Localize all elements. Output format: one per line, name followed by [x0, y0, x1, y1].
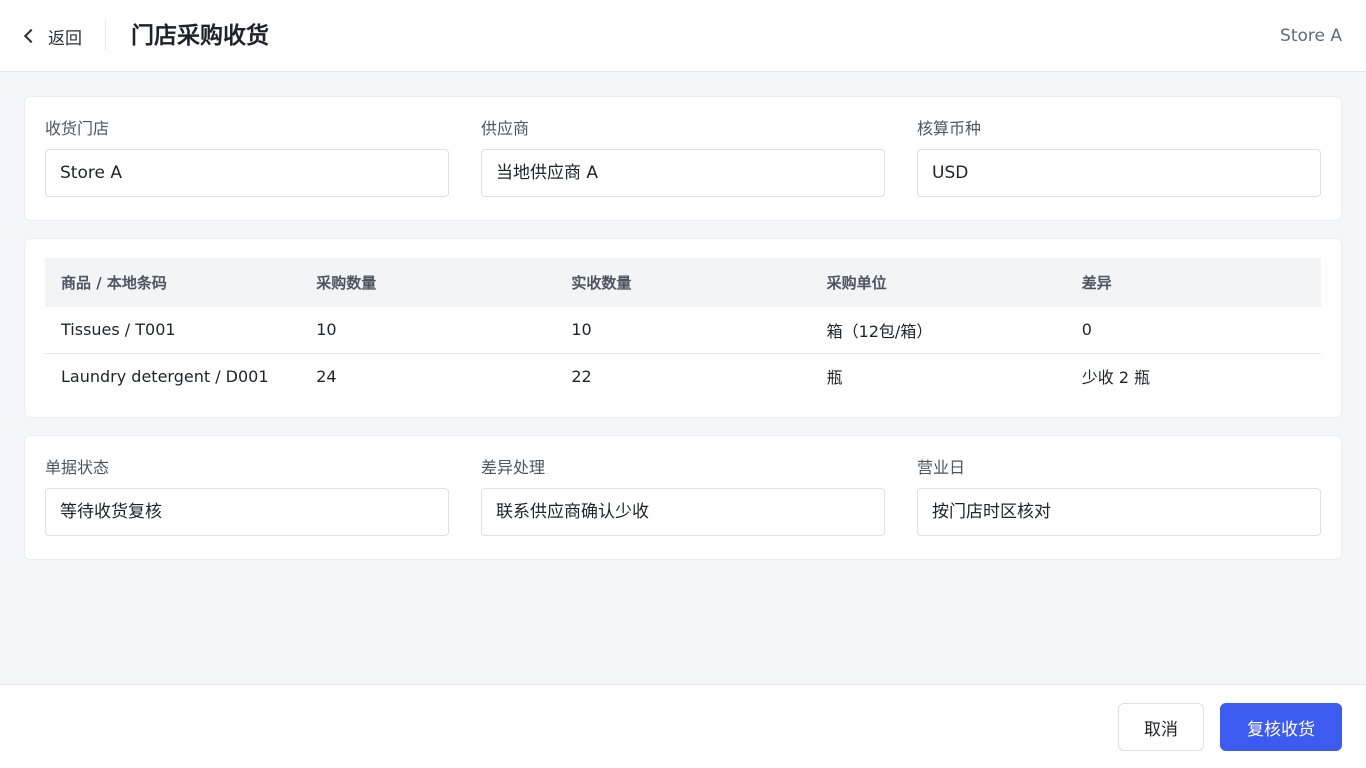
cell-product: Tissues / T001 — [45, 307, 301, 354]
table-header-row: 商品 / 本地条码 采购数量 实收数量 采购单位 差异 — [45, 258, 1321, 307]
cell-unit: 箱（12包/箱） — [810, 307, 1066, 354]
business-day-input[interactable]: 按门店时区核对 — [917, 488, 1321, 536]
back-button[interactable]: 返回 — [22, 22, 82, 50]
business-day-field: 营业日 按门店时区核对 — [917, 456, 1321, 536]
supplier-input[interactable]: 当地供应商 A — [481, 149, 885, 197]
column-header-ordered-qty: 采购数量 — [300, 258, 556, 307]
column-header-unit: 采购单位 — [810, 258, 1066, 307]
column-header-product: 商品 / 本地条码 — [45, 258, 301, 307]
receiving-store-input[interactable]: Store A — [45, 149, 449, 197]
cell-ordered-qty: 10 — [300, 307, 556, 354]
cell-ordered-qty: 24 — [316, 366, 337, 386]
table-row: Tissues / T001 10 10 箱（12包/箱） 0 — [45, 307, 1321, 354]
back-label: 返回 — [48, 28, 82, 49]
supplier-label: 供应商 — [481, 119, 530, 138]
document-status-field: 单据状态 等待收货复核 — [45, 456, 449, 536]
document-status-label: 单据状态 — [45, 458, 110, 477]
currency-label: 核算币种 — [917, 119, 982, 138]
chevron-left-icon — [23, 28, 39, 44]
cell-received-qty: 10 — [555, 307, 811, 354]
table-row: Laundry detergent / D001 24 22 瓶 少收 2 瓶 — [45, 353, 1321, 399]
cell-difference: 0 — [1065, 307, 1321, 354]
current-store: Store A — [1280, 26, 1342, 46]
items-card: 商品 / 本地条码 采购数量 实收数量 采购单位 差异 Tissues / T0… — [24, 238, 1342, 418]
action-footer: 取消 复核收货 — [0, 684, 1366, 768]
column-header-difference: 差异 — [1065, 258, 1321, 307]
cell-product: Laundry detergent / D001 — [61, 366, 269, 386]
currency-field: 核算币种 USD — [917, 117, 1321, 197]
supplier-field: 供应商 当地供应商 A — [481, 117, 885, 197]
page-title: 门店采购收货 — [131, 23, 269, 49]
confirm-receipt-button[interactable]: 复核收货 — [1220, 703, 1342, 751]
receiving-store-label: 收货门店 — [45, 119, 110, 138]
currency-input[interactable]: USD — [917, 149, 1321, 197]
cell-unit: 瓶 — [826, 368, 843, 388]
column-header-received-qty: 实收数量 — [555, 258, 811, 307]
items-table: 商品 / 本地条码 采购数量 实收数量 采购单位 差异 Tissues / T0… — [45, 258, 1321, 399]
cell-received-qty: 22 — [571, 366, 592, 386]
cell-difference: 少收 2 瓶 — [1081, 368, 1151, 388]
page-header: 返回 门店采购收货 Store A — [0, 0, 1366, 72]
header-divider — [105, 20, 106, 50]
document-status-input[interactable]: 等待收货复核 — [45, 488, 449, 536]
receiving-store-field: 收货门店 Store A — [45, 117, 449, 197]
receipt-status-card: 单据状态 等待收货复核 差异处理 联系供应商确认少收 营业日 按门店时区核对 — [24, 435, 1342, 560]
discrepancy-handling-label: 差异处理 — [481, 458, 546, 477]
discrepancy-handling-input[interactable]: 联系供应商确认少收 — [481, 488, 885, 536]
discrepancy-handling-field: 差异处理 联系供应商确认少收 — [481, 456, 885, 536]
cancel-button[interactable]: 取消 — [1118, 703, 1204, 751]
receipt-info-card: 收货门店 Store A 供应商 当地供应商 A 核算币种 USD — [24, 96, 1342, 221]
business-day-label: 营业日 — [917, 458, 966, 477]
